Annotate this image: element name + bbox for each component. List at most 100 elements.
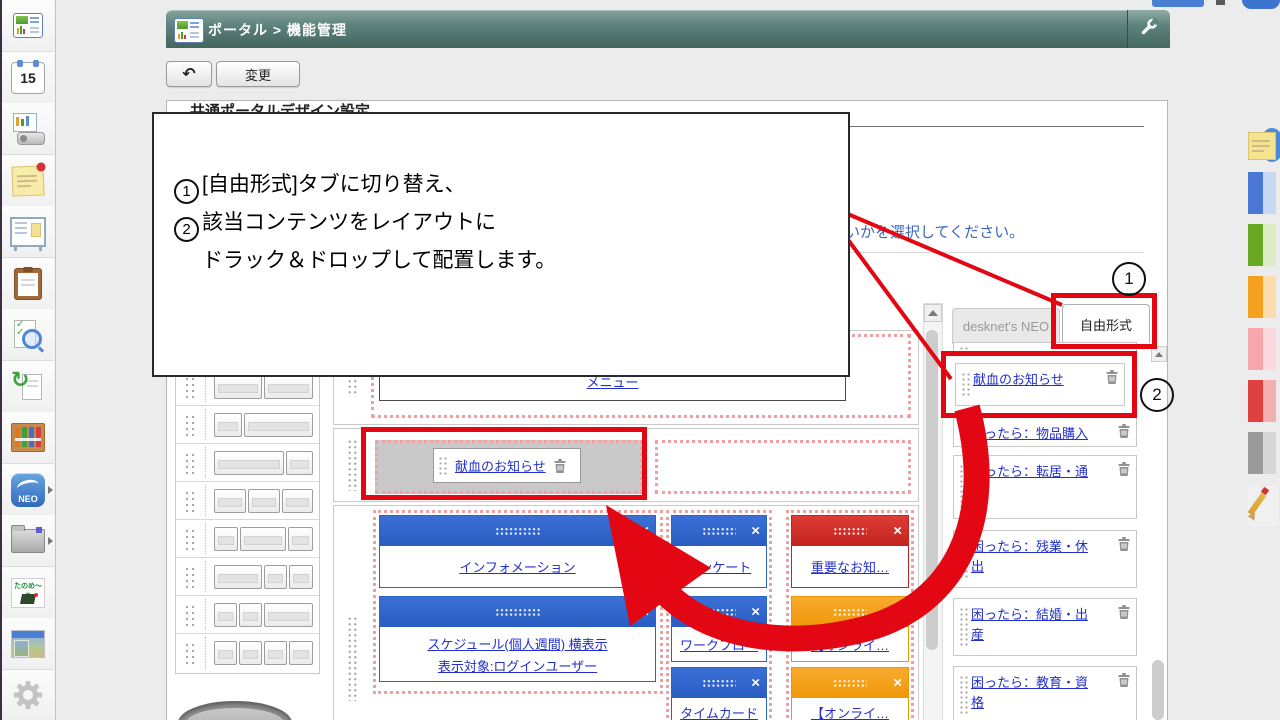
- portlet-header[interactable]: ×: [792, 516, 908, 546]
- content-item[interactable]: 困ったら：転居・通勤: [953, 455, 1137, 519]
- close-icon[interactable]: ×: [751, 605, 760, 620]
- portlet-header[interactable]: ×: [672, 597, 766, 627]
- sidebar-item-folder[interactable]: [2, 515, 54, 567]
- portlet-link[interactable]: ワークフロー: [680, 635, 758, 654]
- close-icon[interactable]: ×: [893, 676, 902, 691]
- trash-icon[interactable]: [1118, 424, 1130, 438]
- content-item-partial[interactable]: [953, 342, 1137, 355]
- content-item[interactable]: 困ったら：教育・資格: [953, 666, 1137, 720]
- sidebar-item-schedule[interactable]: 15: [2, 52, 54, 104]
- portlet-link[interactable]: インフォメーション: [459, 557, 575, 576]
- sidebar-item-inspection[interactable]: ✓ ✓: [2, 309, 54, 361]
- change-button[interactable]: 変更: [216, 61, 300, 87]
- close-icon[interactable]: ×: [751, 676, 760, 691]
- list-scrollbar-thumb[interactable]: [1152, 660, 1164, 720]
- layout-template-row[interactable]: [176, 634, 319, 672]
- portlet-header[interactable]: ×: [672, 516, 766, 546]
- sidebar-item-tanomeru[interactable]: たのめ〜る: [2, 567, 54, 619]
- close-icon[interactable]: ×: [640, 524, 649, 539]
- sidebar-item-bookshelf[interactable]: [2, 412, 54, 464]
- sidebar-item-bulletin[interactable]: [2, 206, 54, 258]
- close-icon[interactable]: ×: [640, 605, 649, 620]
- portlet-header[interactable]: ×: [672, 668, 766, 698]
- portlet-link[interactable]: スケジュール(個人週間) 横表示: [427, 634, 607, 653]
- expand-arrow-icon[interactable]: [48, 537, 53, 545]
- list-scroll-up-button[interactable]: [1151, 346, 1167, 362]
- drag-handle-icon[interactable]: [184, 642, 197, 664]
- drag-handle-icon[interactable]: [184, 528, 197, 550]
- content-item-link[interactable]: 困ったら：残業・休出: [971, 537, 1100, 577]
- portlet-header[interactable]: ×: [380, 597, 655, 627]
- drag-handle-icon[interactable]: [184, 490, 197, 512]
- trash-icon[interactable]: [554, 458, 566, 473]
- drag-handle-icon[interactable]: [184, 376, 197, 398]
- sidebar-item-memo[interactable]: [2, 155, 54, 207]
- close-icon[interactable]: ×: [751, 524, 760, 539]
- drag-handle-icon[interactable]: [184, 566, 197, 588]
- portlet-link[interactable]: アンケート: [687, 557, 751, 576]
- drag-dots-icon[interactable]: [702, 527, 736, 535]
- portlet-link[interactable]: 【オンライ…: [811, 635, 889, 654]
- drag-dots-icon[interactable]: [702, 679, 736, 687]
- color-swatch-gray[interactable]: [1248, 432, 1276, 474]
- layout-template-row[interactable]: [176, 444, 319, 482]
- trash-icon[interactable]: [1118, 673, 1130, 687]
- tab-free-format[interactable]: 自由形式: [1062, 304, 1150, 343]
- portlet-link[interactable]: 重要なお知…: [811, 557, 889, 576]
- drag-dots-icon[interactable]: [702, 608, 736, 616]
- sidebar-item-facility[interactable]: [2, 103, 54, 155]
- drag-dots-icon[interactable]: [494, 608, 541, 616]
- content-item-link[interactable]: 困ったら：教育・資格: [971, 673, 1100, 713]
- trash-icon[interactable]: [1118, 462, 1130, 476]
- layout-template-row[interactable]: [176, 482, 319, 520]
- portlet-link-sub[interactable]: 表示対象:ログインユーザー: [438, 656, 597, 675]
- content-item[interactable]: 困ったら：物品購入: [953, 417, 1137, 447]
- sidebar-item-clipboard[interactable]: [2, 258, 54, 310]
- layout-template-row[interactable]: [176, 558, 319, 596]
- drag-dots-icon[interactable]: [833, 527, 867, 535]
- portlet-link[interactable]: タイムカード: [680, 703, 758, 720]
- content-item[interactable]: 困ったら：結婚・出産: [953, 598, 1137, 656]
- expand-arrow-icon[interactable]: [48, 486, 53, 494]
- portlet-link[interactable]: 【オンライ…: [811, 703, 889, 720]
- color-swatch-orange[interactable]: [1248, 276, 1276, 318]
- main-scrollbar[interactable]: [923, 303, 943, 720]
- sticky-note-icon[interactable]: [1248, 128, 1280, 166]
- back-button[interactable]: ↶: [166, 61, 212, 87]
- row-drag-handle-icon[interactable]: [347, 439, 358, 491]
- scrollbar-thumb[interactable]: [926, 330, 938, 650]
- content-item-link[interactable]: 困ったら：結婚・出産: [971, 605, 1100, 645]
- portlet-header[interactable]: ×: [792, 668, 908, 698]
- drag-dots-icon[interactable]: [494, 527, 541, 535]
- scroll-up-button[interactable]: [924, 304, 942, 322]
- tab-desknets-neo[interactable]: desknet's NEO: [952, 308, 1060, 344]
- drag-handle-icon[interactable]: [184, 604, 197, 626]
- content-item-link[interactable]: 献血のお知らせ: [973, 370, 1096, 390]
- sidebar-item-settings[interactable]: [2, 670, 54, 720]
- layout-template-row[interactable]: [176, 406, 319, 444]
- portlet-header[interactable]: ×: [380, 516, 655, 546]
- content-item-link[interactable]: 困ったら：転居・通勤: [971, 462, 1100, 502]
- sidebar-item-circulation[interactable]: ↻: [2, 361, 54, 413]
- trash-icon[interactable]: [1106, 370, 1118, 384]
- drag-dots-icon[interactable]: [833, 608, 867, 616]
- content-item[interactable]: 献血のお知らせ: [955, 363, 1125, 406]
- trash-icon[interactable]: [1118, 605, 1130, 619]
- close-icon[interactable]: ×: [893, 605, 902, 620]
- drop-target-link[interactable]: 献血のお知らせ: [455, 456, 546, 475]
- dragged-content-item[interactable]: 献血のお知らせ: [433, 448, 581, 483]
- sidebar-item-banner[interactable]: [2, 618, 54, 670]
- close-icon[interactable]: ×: [893, 524, 902, 539]
- portlet-header[interactable]: ×: [792, 597, 908, 627]
- sidebar-item-portal[interactable]: [2, 0, 54, 52]
- color-swatch-blue[interactable]: [1248, 172, 1276, 214]
- color-swatch-pink[interactable]: [1248, 328, 1276, 370]
- content-item[interactable]: 困ったら：残業・休出: [953, 530, 1137, 588]
- drag-handle-icon[interactable]: [184, 452, 197, 474]
- color-swatch-red[interactable]: [1248, 380, 1276, 422]
- pencil-edit-icon[interactable]: [1247, 486, 1278, 526]
- drag-handle-icon[interactable]: [184, 414, 197, 436]
- color-swatch-green[interactable]: [1248, 224, 1276, 266]
- row-drag-handle-icon[interactable]: [347, 616, 358, 701]
- settings-wrench-button[interactable]: [1127, 10, 1170, 48]
